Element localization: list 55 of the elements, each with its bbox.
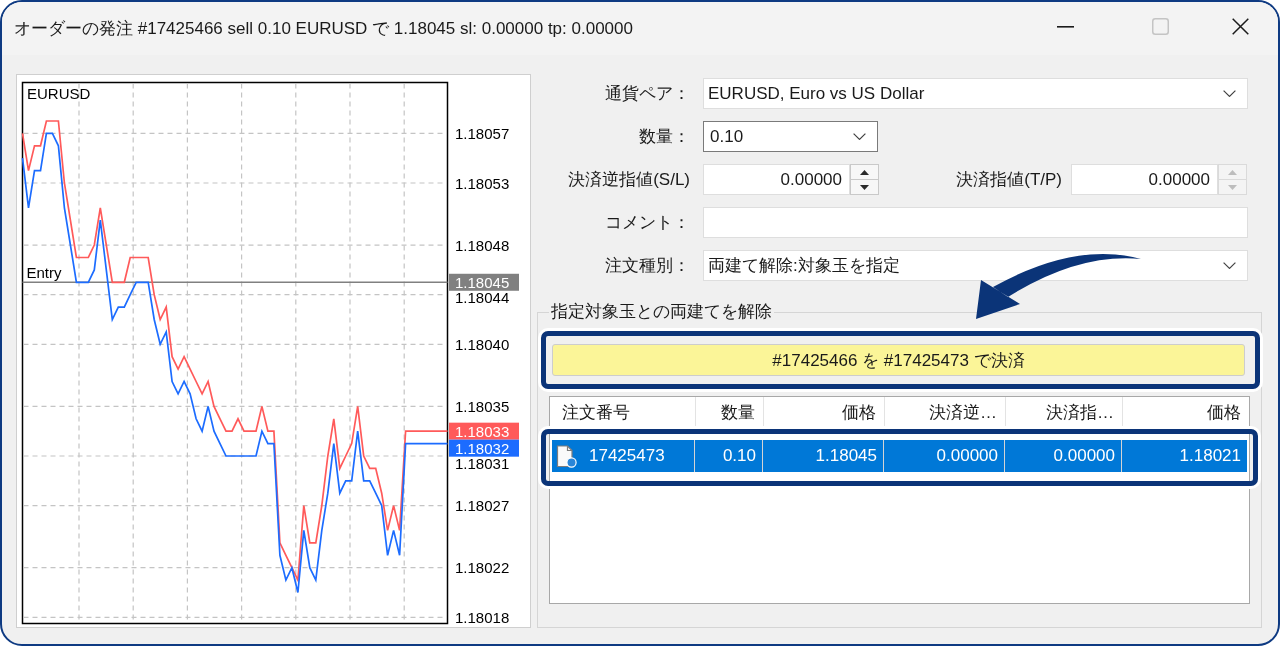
price-tag: 1.18033	[449, 422, 519, 440]
table-cell: 0.00000	[884, 440, 1005, 472]
field-label: 注文種別：	[604, 255, 690, 277]
triangle-up-icon	[1228, 169, 1237, 175]
table-cell: 0.10	[695, 440, 763, 472]
maximize-icon	[1151, 18, 1169, 35]
column-header[interactable]: 価格	[764, 397, 885, 431]
comment-field[interactable]	[703, 207, 1248, 238]
axis-label: 1.18044	[455, 288, 510, 306]
table-cell: 1.18045	[763, 440, 884, 472]
symbol-dropdown[interactable]: EURUSD, Euro vs US Dollar	[703, 78, 1248, 109]
field-label: 数量：	[638, 126, 690, 148]
spin-down-button[interactable]	[850, 180, 879, 195]
chevron-down-icon	[1223, 90, 1236, 97]
window-title: オーダーの発注 #17425466 sell 0.10 EURUSD で 1.18045 sl: 0.00000 tp: 0.00000	[13, 18, 634, 40]
field-label: 決済逆指値(S/L)	[567, 169, 690, 191]
document-icon	[556, 444, 577, 468]
price-tag: 1.18045	[449, 273, 519, 291]
axis-label: 1.18057	[455, 124, 510, 142]
table-cell: 17425473	[589, 446, 665, 466]
spin-up-button[interactable]	[850, 164, 879, 180]
column-header[interactable]: 数量	[696, 397, 764, 431]
axis-label: 1.18048	[455, 236, 510, 254]
line-label: Entry	[26, 264, 62, 282]
field-label: コメント：	[604, 212, 690, 234]
axis-label: 1.18053	[455, 174, 510, 192]
take-profit-field[interactable]: 0.00000	[1071, 164, 1218, 195]
stop-loss-field[interactable]: 0.00000	[703, 164, 850, 195]
volume-dropdown[interactable]: 0.10	[703, 121, 878, 152]
table-row[interactable]: 17425473 0.10 1.18045 0.00000 0.00000 1.18021	[552, 440, 1247, 472]
column-header[interactable]: 注文番号	[550, 397, 696, 431]
chevron-down-icon	[853, 133, 866, 140]
triangle-up-icon	[860, 169, 869, 175]
triangle-down-icon	[860, 184, 869, 190]
minimize-icon	[1056, 25, 1074, 28]
group-label: 指定対象玉との両建てを解除	[550, 302, 773, 322]
table-cell-text: 1.18021	[1178, 445, 1242, 467]
order-type-dropdown[interactable]: 両建て解除:対象玉を指定	[703, 250, 1248, 281]
axis-label: 1.18040	[455, 335, 510, 353]
axis-label: 1.18035	[455, 397, 510, 415]
chevron-down-icon	[1223, 262, 1236, 269]
column-header[interactable]: 決済指…	[1006, 397, 1123, 431]
field-label: 決済指値(T/P)	[955, 169, 1063, 191]
field-label: 通貨ペア：	[604, 83, 690, 105]
table-cell: 0.00000	[1005, 440, 1122, 472]
axis-label: 1.18018	[455, 608, 510, 626]
close-icon	[1231, 18, 1249, 35]
triangle-down-icon	[1228, 184, 1237, 190]
axis-label: 1.18022	[455, 559, 510, 577]
column-header[interactable]: 価格	[1123, 397, 1249, 431]
axis-label: 1.18027	[455, 497, 510, 515]
axis-label: 1.18031	[455, 454, 510, 472]
close-by-button[interactable]: #17425466 を #17425473 で決済	[552, 344, 1245, 376]
chart-title: EURUSD	[27, 85, 91, 102]
column-header[interactable]: 決済逆…	[885, 397, 1006, 431]
